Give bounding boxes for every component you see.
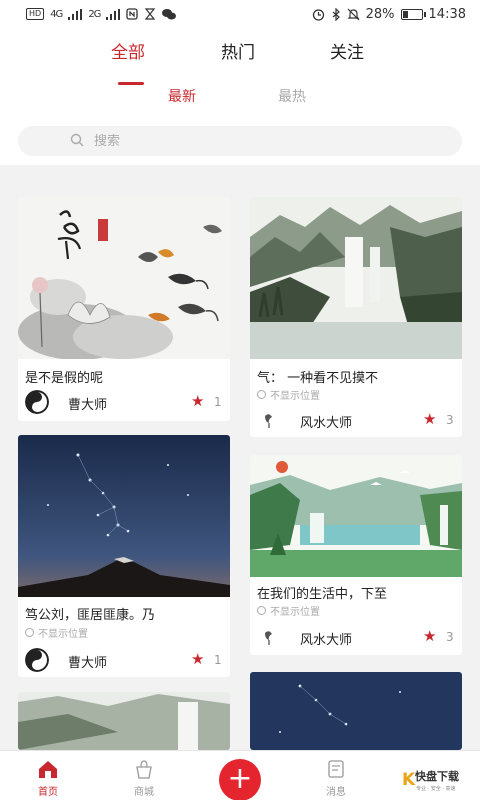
star-icon[interactable]: ★ [191, 650, 204, 668]
svg-text:K: K [402, 770, 416, 790]
post-card[interactable] [250, 672, 462, 750]
subtab-hottest[interactable]: 最热 [278, 86, 306, 106]
tab-all[interactable]: 全部 [111, 38, 145, 63]
hd-badge: HD [26, 8, 45, 20]
svg-text:专业 · 安全 · 高速: 专业 · 安全 · 高速 [416, 785, 456, 792]
post-image [18, 692, 230, 750]
nav-shop-label: 商城 [134, 787, 154, 798]
home-icon [39, 761, 57, 778]
author-name[interactable]: 曹大师 [68, 394, 107, 413]
author-name[interactable]: 风水大师 [300, 629, 352, 648]
location-icon [25, 628, 34, 637]
avatar[interactable] [25, 390, 49, 414]
location-icon [257, 606, 266, 615]
search-bar[interactable] [18, 126, 462, 156]
post-card[interactable]: 笃公刘，匪居匪康。乃 不显示位置 曹大师 ★ 1 [18, 435, 230, 677]
watermark-logo: K 快盘下载 专业 · 安全 · 高速 [400, 765, 476, 793]
location-row: 不显示位置 [25, 625, 88, 640]
post-title: 笃公刘，匪居匪康。乃 [25, 608, 156, 623]
signal-bars-icon [68, 8, 83, 20]
alarm-icon [312, 8, 324, 21]
main-tabs: 全部 热门 关注 [0, 38, 480, 85]
svg-text:快盘下载: 快盘下载 [414, 769, 459, 783]
post-image [250, 455, 462, 577]
nav-home-label: 首页 [38, 787, 58, 798]
avatar[interactable] [257, 408, 281, 432]
location-text: 不显示位置 [38, 629, 88, 640]
nfc-icon [126, 8, 139, 20]
wechat-icon [162, 9, 177, 20]
avatar[interactable] [257, 625, 281, 649]
post-title: 气： 一种看不见摸不 [257, 371, 379, 386]
location-row: 不显示位置 [257, 387, 320, 402]
search-input[interactable] [94, 133, 394, 149]
battery-percent: 28% [365, 6, 395, 22]
like-count: 1 [214, 653, 222, 667]
tab-hot[interactable]: 热门 [221, 38, 255, 63]
mute-icon [347, 8, 360, 20]
like-count: 3 [446, 413, 454, 427]
like-count: 3 [446, 630, 454, 644]
star-icon[interactable]: ★ [423, 410, 436, 428]
nav-shop[interactable]: 商城 [114, 751, 174, 800]
nav-messages[interactable]: 消息 [306, 751, 366, 800]
nav-home[interactable]: 首页 [18, 751, 78, 800]
post-card[interactable]: 在我们的生活中，下至 不显示位置 风水大师 ★ 3 [250, 455, 462, 655]
star-icon[interactable]: ★ [423, 627, 436, 645]
message-icon [328, 760, 344, 778]
star-icon[interactable]: ★ [191, 392, 204, 410]
location-text: 不显示位置 [270, 607, 320, 618]
location-text: 不显示位置 [270, 391, 320, 402]
header: 全部 热门 关注 最新 最热 [0, 28, 480, 165]
signal-bars-icon [106, 8, 121, 20]
tab-following[interactable]: 关注 [330, 38, 364, 63]
shop-icon [136, 760, 152, 779]
post-image [18, 435, 230, 597]
author-name[interactable]: 风水大师 [300, 412, 352, 431]
battery-icon [400, 8, 426, 20]
tab-indicator [118, 82, 144, 85]
post-card[interactable]: 是不是假的呢 曹大师 ★ 1 [18, 197, 230, 421]
clock: 14:38 [428, 6, 466, 22]
nav-messages-label: 消息 [326, 787, 346, 798]
avatar[interactable] [25, 648, 49, 672]
bluetooth-icon [332, 7, 340, 21]
location-row: 不显示位置 [257, 603, 320, 618]
search-icon [70, 133, 84, 147]
post-card[interactable]: 气： 一种看不见摸不 不显示位置 风水大师 ★ 3 [250, 197, 462, 437]
signal-4g: 4G [50, 8, 63, 20]
add-post-button[interactable]: + [219, 759, 261, 800]
signal-2g: 2G [88, 8, 101, 20]
post-image [250, 672, 462, 750]
subtab-latest[interactable]: 最新 [168, 86, 196, 106]
post-title: 在我们的生活中，下至 [257, 587, 388, 602]
post-card[interactable] [18, 692, 230, 750]
location-icon [257, 390, 266, 399]
status-bar: HD 4G 2G 28% 14:38 [0, 0, 480, 28]
post-title: 是不是假的呢 [25, 371, 104, 386]
author-name[interactable]: 曹大师 [68, 652, 107, 671]
post-image [250, 197, 462, 359]
post-image [18, 197, 230, 359]
hourglass-icon [145, 8, 156, 20]
like-count: 1 [214, 395, 222, 409]
